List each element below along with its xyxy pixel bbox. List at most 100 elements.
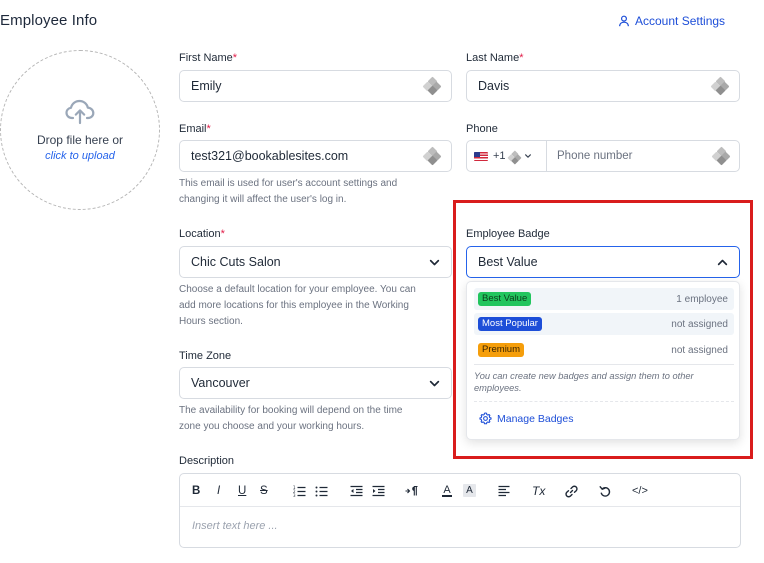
ordered-list-button[interactable]: 123 — [293, 483, 306, 499]
chevron-up-icon — [717, 259, 728, 265]
undo-button[interactable] — [599, 483, 612, 499]
first-name-value: Emily — [191, 79, 222, 93]
click-to-upload-link[interactable]: click to upload — [45, 150, 115, 162]
email-value: test321@bookablesites.com — [191, 149, 349, 163]
gear-icon — [479, 412, 492, 425]
badge-note: You can create new badges and assign the… — [474, 370, 729, 394]
ordered-list-icon: 123 — [293, 485, 306, 497]
required-mark: * — [519, 52, 524, 64]
cloud-upload-icon — [65, 99, 95, 124]
badge-option-best-value[interactable]: Best Value 1 employee — [474, 288, 734, 310]
clear-format-text: Tx — [532, 484, 546, 498]
password-manager-icon[interactable] — [422, 146, 442, 166]
manage-badges-button[interactable]: Manage Badges — [479, 412, 573, 425]
location-label-text: Location — [179, 228, 221, 240]
required-mark: * — [206, 123, 211, 135]
location-help-text: Choose a default location for your emplo… — [179, 282, 416, 330]
bold-button[interactable]: B — [192, 483, 200, 499]
background-color-button[interactable]: A — [463, 484, 476, 497]
password-manager-icon[interactable] — [711, 146, 731, 166]
align-button[interactable] — [498, 483, 510, 499]
password-manager-icon[interactable] — [506, 150, 522, 165]
time-zone-help-line: The availability for booking will depend… — [179, 405, 403, 416]
divider — [474, 364, 734, 365]
strikethrough-button[interactable]: S — [260, 483, 268, 499]
badge-pill: Premium — [478, 343, 525, 357]
user-icon — [619, 15, 629, 27]
last-name-label: Last Name* — [466, 52, 523, 64]
badge-option-premium[interactable]: Premium not assigned — [474, 339, 734, 361]
time-zone-value: Vancouver — [191, 376, 250, 390]
link-icon — [565, 485, 578, 497]
phone-field[interactable]: +1 Phone number — [466, 140, 740, 172]
clear-format-button[interactable]: Tx — [532, 483, 545, 499]
text-color-letter: A — [443, 484, 451, 496]
description-editor[interactable]: B I U S 123 A A Tx </> Insert text here … — [179, 473, 741, 548]
password-manager-icon[interactable] — [710, 76, 730, 96]
underline-button[interactable]: U — [238, 483, 246, 499]
badge-pill: Most Popular — [478, 317, 542, 331]
svg-text:3: 3 — [293, 493, 296, 497]
badge-option-most-popular[interactable]: Most Popular not assigned — [474, 313, 734, 335]
badge-pill: Best Value — [478, 292, 532, 306]
time-zone-label: Time Zone — [179, 350, 232, 362]
employee-badge-select[interactable]: Best Value — [466, 246, 740, 278]
phone-number-input[interactable]: Phone number — [547, 150, 713, 162]
chevron-down-icon — [429, 380, 440, 386]
location-select[interactable]: Chic Cuts Salon — [179, 246, 452, 278]
password-manager-icon[interactable] — [422, 76, 442, 96]
outdent-button[interactable] — [350, 483, 363, 499]
country-code-select[interactable]: +1 — [467, 141, 547, 171]
first-name-label-text: First Name — [179, 52, 233, 64]
clear-format-icon: Tx — [532, 484, 545, 498]
text-direction-button[interactable] — [405, 483, 419, 499]
first-name-field[interactable]: Emily — [179, 70, 452, 102]
code-view-button[interactable]: </> — [632, 483, 648, 499]
badge-count: not assigned — [671, 318, 728, 330]
location-value: Chic Cuts Salon — [191, 255, 281, 269]
photo-upload-dropzone[interactable]: Drop file here or click to upload — [0, 50, 160, 210]
italic-button[interactable]: I — [217, 483, 220, 499]
time-zone-help-text: The availability for booking will depend… — [179, 403, 402, 435]
employee-badge-value: Best Value — [478, 255, 538, 269]
required-mark: * — [220, 228, 225, 240]
divider — [474, 401, 734, 402]
time-zone-help-line: zone you choose and your working hours. — [179, 421, 365, 432]
account-settings-link[interactable]: Account Settings — [618, 14, 725, 28]
text-color-button[interactable]: A — [442, 483, 452, 499]
first-name-label: First Name* — [179, 52, 237, 64]
last-name-value: Davis — [478, 79, 510, 93]
undo-icon — [599, 485, 611, 497]
last-name-label-text: Last Name — [466, 52, 520, 64]
required-mark: * — [232, 52, 238, 64]
location-help-line: Hours section. — [179, 316, 243, 327]
email-label: Email* — [179, 123, 211, 135]
indent-button[interactable] — [372, 483, 385, 499]
bullet-list-button[interactable] — [315, 483, 328, 499]
last-name-field[interactable]: Davis — [466, 70, 740, 102]
badge-count: not assigned — [671, 344, 728, 356]
bullet-list-icon — [315, 486, 328, 497]
page-title: Employee Info — [0, 12, 98, 29]
indent-icon — [372, 485, 385, 497]
upload-text: Drop file here or — [36, 132, 124, 147]
email-help-line: This email is used for user's account se… — [179, 178, 398, 189]
location-label: Location* — [179, 228, 225, 240]
link-button[interactable] — [565, 483, 578, 499]
manage-badges-label: Manage Badges — [497, 412, 574, 425]
editor-toolbar: B I U S 123 A A Tx </> — [180, 474, 740, 507]
chevron-down-icon — [524, 154, 531, 158]
text-direction-icon — [405, 485, 418, 496]
employee-badge-dropdown: Best Value 1 employee Most Popular not a… — [466, 281, 740, 440]
email-help-line: changing it will affect the user's log i… — [179, 194, 347, 205]
us-flag-icon — [474, 151, 488, 161]
location-help-line: Choose a default location for your emplo… — [179, 284, 416, 295]
badge-count: 1 employee — [676, 293, 728, 305]
chevron-down-icon — [429, 259, 440, 265]
description-input[interactable]: Insert text here ... — [192, 520, 278, 532]
email-help-text: This email is used for user's account se… — [179, 176, 397, 208]
location-help-line: add more locations for this employee in … — [179, 300, 409, 311]
email-field[interactable]: test321@bookablesites.com — [179, 140, 452, 172]
color-bar — [442, 495, 452, 497]
time-zone-select[interactable]: Vancouver — [179, 367, 452, 399]
